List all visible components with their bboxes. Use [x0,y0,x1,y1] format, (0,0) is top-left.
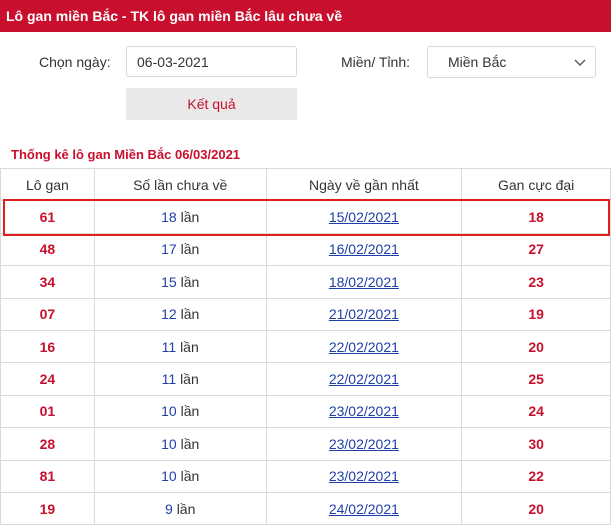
max-gan: 27 [461,232,611,267]
max-gan: 20 [461,491,611,526]
lo-gan-number: 24 [0,362,95,396]
table-row: 61 18 lần 15/02/2021 18 [0,200,611,234]
section-title: Thống kê lô gan Miền Bắc 06/03/2021 [11,147,241,162]
count-cell: 11 lần [93,329,267,364]
max-gan: 19 [461,297,611,331]
last-date-link[interactable]: 22/02/2021 [329,339,399,355]
lo-gan-number: 34 [0,265,95,299]
table-row: 07 12 lần 21/02/2021 19 [0,297,611,331]
count-unit: lần [180,435,200,452]
last-date-link[interactable]: 16/02/2021 [329,241,399,257]
table-header-row: Lô gan Số lần chưa về Ngày về gần nhất G… [0,167,611,202]
table-row: 48 17 lần 16/02/2021 27 [0,232,611,267]
max-gan: 22 [461,459,611,493]
count-value: 17 [161,241,177,258]
last-date-link[interactable]: 23/02/2021 [329,403,399,419]
count-unit: lần [180,371,199,388]
count-cell: 10 lần [93,394,267,429]
last-date-cell: 15/02/2021 [265,200,463,234]
lo-gan-number: 28 [0,427,95,461]
header-ngay-ve: Ngày về gần nhất [265,167,463,202]
max-gan: 25 [461,362,611,396]
count-unit: lần [180,468,200,485]
count-cell: 15 lần [93,265,267,299]
count-unit: lần [180,403,200,420]
date-label: Chọn ngày: [39,54,111,70]
count-unit: lần [176,500,196,517]
last-date-cell: 22/02/2021 [265,329,463,364]
count-unit: lần [180,209,200,226]
count-value: 11 [161,338,177,355]
count-value: 11 [161,371,177,388]
last-date-cell: 22/02/2021 [265,362,463,396]
count-unit: lần [180,306,200,323]
chevron-down-icon [574,59,586,66]
count-unit: lần [180,241,200,258]
count-unit: lần [180,273,200,290]
count-value: 10 [161,468,177,485]
count-cell: 18 lần [93,200,267,234]
table-row: 01 10 lần 23/02/2021 24 [0,394,611,429]
last-date-link[interactable]: 22/02/2021 [329,371,399,387]
count-value: 10 [161,435,177,452]
last-date-link[interactable]: 23/02/2021 [329,436,399,452]
header-gan-cuc-dai: Gan cực đại [461,167,611,202]
last-date-link[interactable]: 23/02/2021 [329,468,399,484]
gan-table: Lô gan Số lần chưa về Ngày về gần nhất G… [0,167,611,526]
region-label: Miền/ Tỉnh: [341,54,410,70]
region-select[interactable]: Miền Bắc [427,46,596,78]
count-cell: 9 lần [93,491,267,526]
last-date-link[interactable]: 18/02/2021 [329,274,399,290]
last-date-cell: 23/02/2021 [265,394,463,429]
region-select-value: Miền Bắc [448,54,507,70]
last-date-cell: 21/02/2021 [265,297,463,331]
table-row: 16 11 lần 22/02/2021 20 [0,329,611,364]
lo-gan-number: 19 [0,491,95,526]
header-lo-gan: Lô gan [0,167,95,202]
table-row: 34 15 lần 18/02/2021 23 [0,265,611,299]
last-date-link[interactable]: 21/02/2021 [329,306,399,322]
submit-button[interactable]: Kết quả [126,88,297,120]
last-date-cell: 24/02/2021 [265,491,463,526]
count-value: 18 [161,209,177,226]
last-date-cell: 18/02/2021 [265,265,463,299]
last-date-cell: 16/02/2021 [265,232,463,267]
lo-gan-number: 48 [0,232,95,267]
lo-gan-number: 61 [0,200,95,234]
count-cell: 11 lần [93,362,267,396]
last-date-cell: 23/02/2021 [265,459,463,493]
last-date-link[interactable]: 24/02/2021 [329,501,399,517]
count-value: 9 [165,500,173,517]
table-row: 81 10 lần 23/02/2021 22 [0,459,611,493]
count-cell: 17 lần [93,232,267,267]
table-row: 19 9 lần 24/02/2021 20 [0,491,611,526]
lo-gan-number: 01 [0,394,95,429]
count-cell: 12 lần [93,297,267,331]
table-row: 24 11 lần 22/02/2021 25 [0,362,611,396]
count-cell: 10 lần [93,427,267,461]
max-gan: 18 [461,200,611,234]
page-title: Lô gan miền Bắc - TK lô gan miền Bắc lâu… [6,8,343,24]
count-cell: 10 lần [93,459,267,493]
table-row: 28 10 lần 23/02/2021 30 [0,427,611,461]
lo-gan-number: 07 [0,297,95,331]
header-so-lan: Số lần chưa về [93,167,267,202]
last-date-cell: 23/02/2021 [265,427,463,461]
count-value: 12 [161,306,177,323]
count-unit: lần [180,338,199,355]
max-gan: 24 [461,394,611,429]
max-gan: 23 [461,265,611,299]
count-value: 15 [161,273,177,290]
last-date-link[interactable]: 15/02/2021 [329,209,399,225]
page-header: Lô gan miền Bắc - TK lô gan miền Bắc lâu… [0,0,611,32]
lo-gan-number: 81 [0,459,95,493]
date-input[interactable] [126,46,297,77]
count-value: 10 [161,403,177,420]
lo-gan-number: 16 [0,329,95,364]
max-gan: 30 [461,427,611,461]
max-gan: 20 [461,329,611,364]
